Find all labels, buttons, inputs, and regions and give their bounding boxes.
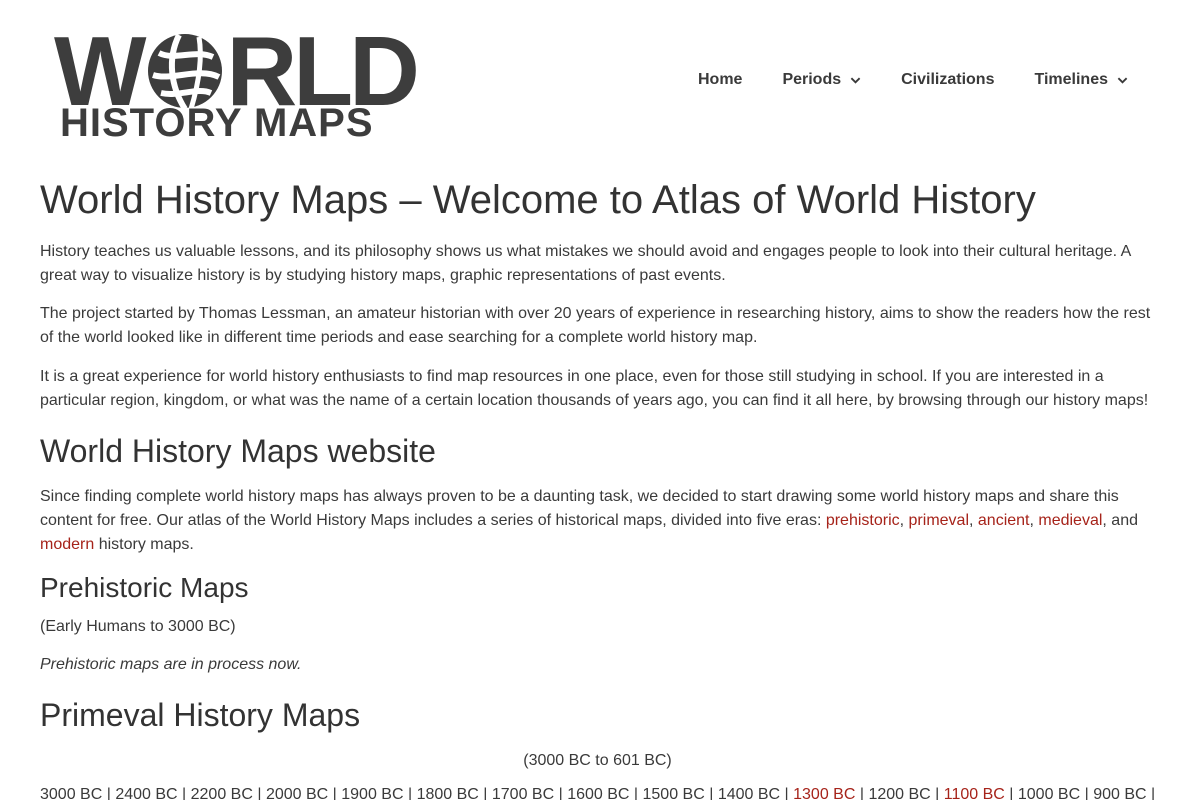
year-separator: |: [252, 786, 266, 800]
primeval-years-list: 3000 BC | 2400 BC | 2200 BC | 2000 BC | …: [40, 783, 1155, 800]
year-separator: |: [403, 786, 417, 800]
link-primeval[interactable]: primeval: [909, 512, 969, 529]
year-1900-bc: 1900 BC: [341, 786, 404, 800]
nav-home[interactable]: Home: [698, 71, 742, 89]
year-1800-bc: 1800 BC: [416, 786, 479, 800]
nav-periods[interactable]: Periods: [782, 71, 861, 89]
year-separator: |: [704, 786, 718, 800]
year-2400-bc: 2400 BC: [115, 786, 178, 800]
nav-civilizations-label: Civilizations: [901, 71, 995, 88]
site-logo[interactable]: W RLD HISTORY MAPS: [54, 22, 420, 144]
site-header: W RLD HISTORY MAPS Home Periods Civiliza…: [0, 0, 1200, 165]
year-separator: |: [1004, 786, 1018, 800]
year-separator: |: [177, 786, 191, 800]
separator: ,: [899, 512, 909, 529]
website-text-end: history maps.: [94, 536, 194, 553]
year-3000-bc: 3000 BC: [40, 786, 103, 800]
main-nav: Home Periods Civilizations Timelines: [698, 66, 1128, 94]
year-1600-bc: 1600 BC: [567, 786, 630, 800]
chevron-down-icon: [1117, 77, 1128, 84]
year-1500-bc: 1500 BC: [642, 786, 705, 800]
link-prehistoric[interactable]: prehistoric: [826, 512, 900, 529]
year-separator: |: [554, 786, 568, 800]
separator: , and: [1102, 512, 1138, 529]
year-separator: |: [1080, 786, 1094, 800]
globe-icon: [147, 33, 222, 111]
separator: ,: [969, 512, 978, 529]
year-1100-bc[interactable]: 1100 BC: [944, 786, 1005, 800]
prehistoric-range: (Early Humans to 3000 BC): [40, 618, 236, 635]
main-content: World History Maps – Welcome to Atlas of…: [40, 176, 1155, 800]
year-separator: |: [328, 786, 342, 800]
primeval-heading: Primeval History Maps: [40, 697, 361, 733]
nav-timelines-label: Timelines: [1034, 71, 1108, 88]
year-1400-bc: 1400 BC: [717, 786, 781, 800]
intro-paragraph-1: History teaches us valuable lessons, and…: [40, 243, 1131, 284]
website-paragraph: Since finding complete world history map…: [40, 485, 1155, 557]
year-separator: |: [855, 786, 869, 800]
prehistoric-note: Prehistoric maps are in process now.: [40, 656, 302, 673]
year-2200-bc: 2200 BC: [190, 786, 253, 800]
year-1000-bc: 1000 BC: [1017, 786, 1081, 800]
year-separator: |: [629, 786, 643, 800]
year-separator: |: [102, 786, 116, 800]
year-900-bc: 900 BC: [1093, 786, 1147, 800]
year-1200-bc: 1200 BC: [868, 786, 931, 800]
nav-home-label: Home: [697, 71, 743, 88]
page-title: World History Maps – Welcome to Atlas of…: [40, 178, 1036, 222]
link-medieval[interactable]: medieval: [1038, 512, 1102, 529]
prehistoric-heading: Prehistoric Maps: [40, 572, 249, 603]
link-modern[interactable]: modern: [40, 536, 94, 553]
nav-timelines[interactable]: Timelines: [1034, 71, 1128, 89]
nav-periods-label: Periods: [782, 71, 842, 88]
year-separator: |: [478, 786, 492, 800]
website-heading: World History Maps website: [40, 433, 436, 469]
link-ancient[interactable]: ancient: [978, 512, 1030, 529]
logo-subtitle: HISTORY MAPS: [60, 101, 374, 145]
year-1300-bc[interactable]: 1300 BC: [793, 786, 855, 800]
page: W RLD HISTORY MAPS Home Periods Civiliza…: [0, 0, 1200, 800]
year-separator: |: [780, 786, 794, 800]
intro-paragraph-3: It is a great experience for world histo…: [40, 368, 1149, 409]
year-2000-bc: 2000 BC: [265, 786, 329, 800]
nav-civilizations[interactable]: Civilizations: [901, 71, 994, 89]
intro-paragraph-2: The project started by Thomas Lessman, a…: [40, 305, 1151, 346]
year-1700-bc: 1700 BC: [491, 786, 555, 800]
year-separator: |: [930, 786, 944, 800]
primeval-range: (3000 BC to 601 BC): [523, 752, 672, 769]
year-separator: |: [1151, 786, 1155, 800]
chevron-down-icon: [850, 77, 861, 84]
